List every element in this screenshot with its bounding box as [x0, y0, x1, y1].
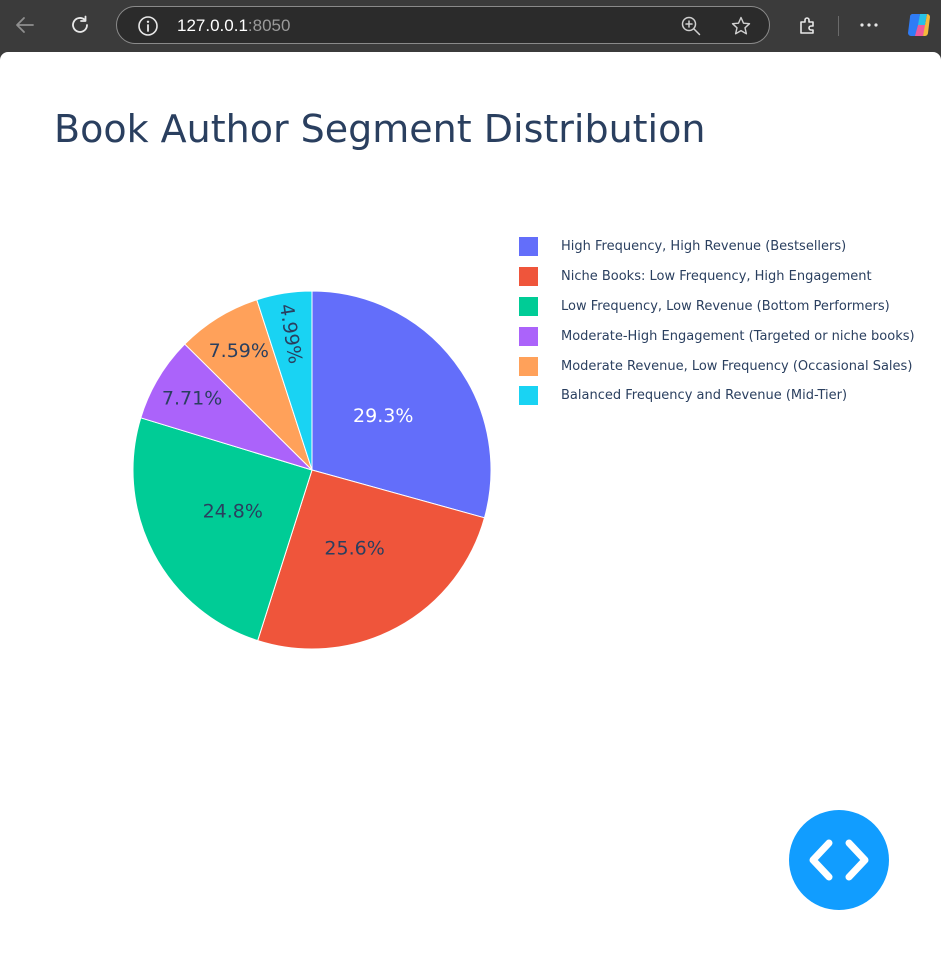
- legend-swatch: [519, 356, 538, 376]
- legend-swatch: [519, 326, 538, 346]
- legend-label: High Frequency, High Revenue (Bestseller…: [561, 239, 847, 255]
- url-host: 127.0.0.1: [177, 16, 248, 35]
- dev-tools-button[interactable]: [789, 810, 889, 910]
- slice-label-occasional-sales: 7.59%: [209, 340, 269, 362]
- legend-swatch: [519, 267, 538, 287]
- extensions-icon[interactable]: [791, 8, 825, 42]
- copilot-icon[interactable]: [903, 8, 937, 42]
- legend-label: Moderate Revenue, Low Frequency (Occasio…: [561, 358, 913, 374]
- zoom-icon[interactable]: [680, 15, 702, 37]
- legend-swatch: [519, 296, 538, 316]
- slice-label-niche-books: 25.6%: [324, 538, 384, 560]
- url-port: :8050: [247, 16, 291, 35]
- legend-item[interactable]: High Frequency, High Revenue (Bestseller…: [519, 232, 929, 262]
- star-icon[interactable]: [730, 15, 752, 37]
- legend-label: Low Frequency, Low Revenue (Bottom Perfo…: [561, 298, 890, 314]
- pie-chart: 29.3%25.6%24.8%7.71%7.59% 4.99%: [132, 290, 492, 650]
- more-icon[interactable]: [852, 8, 886, 42]
- code-brackets-icon: [809, 839, 869, 881]
- legend-item[interactable]: Moderate Revenue, Low Frequency (Occasio…: [519, 351, 929, 381]
- slice-label-bestsellers: 29.3%: [353, 405, 413, 427]
- legend-item[interactable]: Niche Books: Low Frequency, High Engagem…: [519, 262, 929, 292]
- address-bar[interactable]: 127.0.0.1:8050: [116, 6, 770, 44]
- slice-label-moderate-high-engagement: 7.71%: [162, 387, 222, 409]
- page-content: Book Author Segment Distribution 29.3% 25…: [0, 52, 941, 955]
- legend-item[interactable]: Low Frequency, Low Revenue (Bottom Perfo…: [519, 292, 929, 322]
- legend-label: Moderate-High Engagement (Targeted or ni…: [561, 328, 915, 344]
- legend-swatch: [519, 237, 538, 257]
- legend-item[interactable]: Balanced Frequency and Revenue (Mid-Tier…: [519, 381, 929, 411]
- slice-label-bottom-performers: 24.8%: [203, 501, 263, 523]
- chart-legend: High Frequency, High Revenue (Bestseller…: [519, 232, 929, 411]
- info-icon[interactable]: [137, 15, 159, 37]
- browser-toolbar: 127.0.0.1:8050: [0, 0, 941, 52]
- reload-icon[interactable]: [63, 8, 97, 42]
- legend-label: Niche Books: Low Frequency, High Engagem…: [561, 269, 872, 285]
- legend-label: Balanced Frequency and Revenue (Mid-Tier…: [561, 388, 848, 404]
- url-text[interactable]: 127.0.0.1:8050: [177, 16, 290, 36]
- legend-swatch: [519, 386, 538, 406]
- toolbar-separator: [838, 16, 839, 36]
- legend-item[interactable]: Moderate-High Engagement (Targeted or ni…: [519, 321, 929, 351]
- back-icon[interactable]: [8, 8, 42, 42]
